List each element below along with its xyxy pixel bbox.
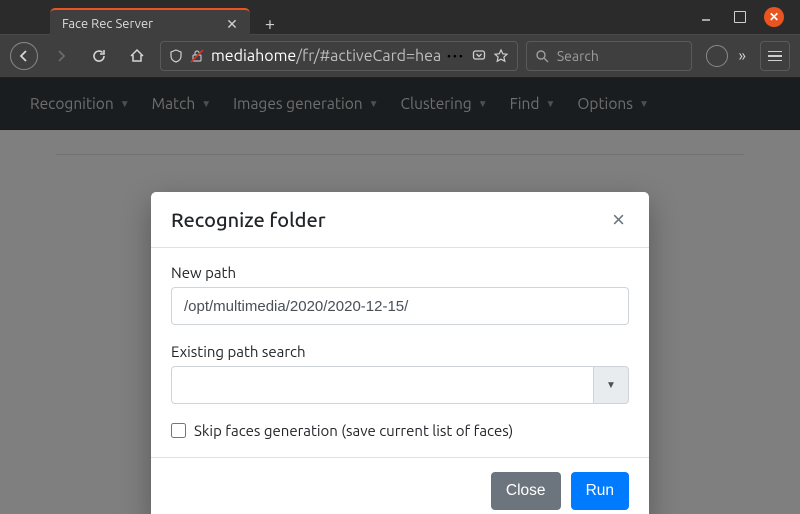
modal-footer: Close Run xyxy=(151,457,649,514)
existing-path-group: Existing path search ▼ xyxy=(171,343,629,404)
existing-path-input[interactable] xyxy=(171,366,594,404)
recognize-folder-modal: Recognize folder × New path Existing pat… xyxy=(151,192,649,514)
titlebar: Face Rec Server ✕ + ✕ xyxy=(0,0,800,34)
page-actions-icon[interactable]: ··· xyxy=(447,47,465,65)
url-path: /fr/#activeCard=headin xyxy=(296,47,441,65)
modal-run-button[interactable]: Run xyxy=(571,472,629,510)
app-menu-button[interactable] xyxy=(760,41,790,71)
search-icon xyxy=(535,49,549,63)
new-path-input[interactable] xyxy=(171,287,629,325)
search-placeholder: Search xyxy=(557,48,599,64)
modal-header: Recognize folder × xyxy=(151,192,649,248)
modal-body: New path Existing path search ▼ Skip fac… xyxy=(151,248,649,457)
account-icon[interactable] xyxy=(706,45,728,67)
existing-path-label: Existing path search xyxy=(171,343,629,360)
page: Recognition ▼ Match ▼ Images generation … xyxy=(0,78,800,514)
window-close-button[interactable]: ✕ xyxy=(764,7,784,27)
nav-forward-button xyxy=(46,41,76,71)
tab-title: Face Rec Server xyxy=(62,17,216,31)
new-tab-button[interactable]: + xyxy=(256,10,284,38)
search-box[interactable]: Search xyxy=(526,41,693,71)
tab-close-icon[interactable]: ✕ xyxy=(224,16,240,32)
skip-faces-checkbox[interactable] xyxy=(171,423,186,438)
existing-path-dropdown-button[interactable]: ▼ xyxy=(594,366,629,404)
overflow-chevron-icon[interactable]: » xyxy=(738,47,746,65)
new-path-label: New path xyxy=(171,264,629,281)
window-controls: ✕ xyxy=(696,0,800,34)
modal-close-x-button[interactable]: × xyxy=(608,209,629,231)
nav-home-button[interactable] xyxy=(122,41,152,71)
new-path-group: New path xyxy=(171,264,629,325)
nav-toolbar: mediahome/fr/#activeCard=headin ··· Sear… xyxy=(0,34,800,78)
modal-close-button[interactable]: Close xyxy=(491,472,561,510)
browser-window: Face Rec Server ✕ + ✕ xyxy=(0,0,800,514)
window-maximize-button[interactable] xyxy=(730,7,750,27)
insecure-lock-icon xyxy=(189,48,205,64)
url-text: mediahome/fr/#activeCard=headin xyxy=(211,47,441,65)
modal-title: Recognize folder xyxy=(171,208,326,231)
toolbar-right: » xyxy=(706,41,790,71)
skip-faces-row: Skip faces generation (save current list… xyxy=(171,422,629,439)
nav-back-button[interactable] xyxy=(10,42,38,70)
url-bar[interactable]: mediahome/fr/#activeCard=headin ··· xyxy=(160,41,518,71)
url-host: mediahome xyxy=(211,47,296,65)
shield-icon xyxy=(169,49,183,63)
skip-faces-label[interactable]: Skip faces generation (save current list… xyxy=(194,422,513,439)
bookmark-star-icon[interactable] xyxy=(493,48,509,64)
tab-strip: Face Rec Server ✕ + xyxy=(0,0,284,34)
pocket-icon[interactable] xyxy=(471,48,487,64)
chevron-down-icon: ▼ xyxy=(606,379,616,391)
nav-reload-button[interactable] xyxy=(84,41,114,71)
existing-path-input-group: ▼ xyxy=(171,366,629,404)
window-minimize-button[interactable] xyxy=(696,7,716,27)
browser-tab-active[interactable]: Face Rec Server ✕ xyxy=(50,8,250,38)
